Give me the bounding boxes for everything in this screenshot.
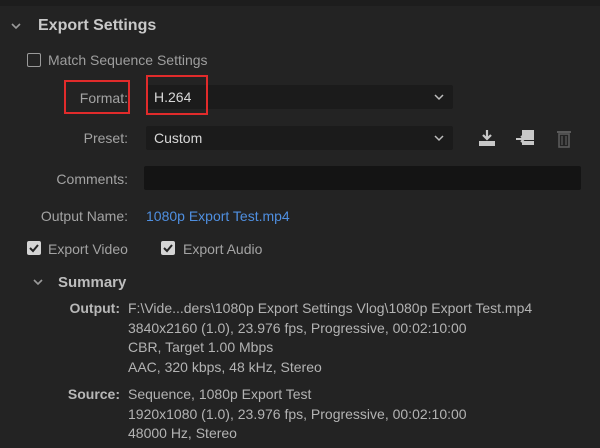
download-icon xyxy=(479,130,495,146)
summary-output-label: Output: xyxy=(69,300,120,316)
chevron-down-icon xyxy=(434,94,444,101)
comments-input[interactable] xyxy=(144,166,581,190)
panel-top-edge xyxy=(0,0,600,6)
export-settings-collapse[interactable] xyxy=(6,16,26,36)
chevron-down-icon xyxy=(11,23,21,30)
format-label: Format: xyxy=(79,90,128,106)
preset-value: Custom xyxy=(154,130,203,146)
save-preset-button[interactable] xyxy=(476,127,498,149)
summary-output-line: 3840x2160 (1.0), 23.976 fps, Progressive… xyxy=(128,319,467,336)
summary-collapse[interactable] xyxy=(28,272,48,292)
export-settings-title: Export Settings xyxy=(38,17,157,34)
summary-output-line: AAC, 320 kbps, 48 kHz, Stereo xyxy=(128,358,322,375)
summary-source-line: 48000 Hz, Stereo xyxy=(128,425,237,441)
summary-title: Summary xyxy=(58,274,127,291)
export-audio-label: Export Audio xyxy=(183,241,263,257)
delete-preset-button[interactable] xyxy=(553,127,575,149)
export-audio-checkbox[interactable] xyxy=(161,241,175,255)
summary-source-label: Source: xyxy=(67,386,120,402)
summary-output-line: CBR, Target 1.00 Mbps xyxy=(128,339,274,355)
output-name-link[interactable]: 1080p Export Test.mp4 xyxy=(146,208,290,224)
preset-label: Preset: xyxy=(83,130,128,146)
comments-label: Comments: xyxy=(56,171,128,187)
output-name-label: Output Name: xyxy=(40,208,128,224)
summary-source-line: 1920x1080 (1.0), 23.976 fps, Progressive… xyxy=(128,405,467,422)
summary-output-line: F:\Vide...ders\1080p Export Settings Vlo… xyxy=(128,300,533,316)
trash-icon xyxy=(557,131,571,148)
summary-source-line: Sequence, 1080p Export Test xyxy=(128,386,312,402)
summary-output-values: F:\Vide...ders\1080p Export Settings Vlo… xyxy=(128,299,532,377)
export-video-label: Export Video xyxy=(48,241,128,257)
import-icon xyxy=(516,130,534,145)
match-sequence-label: Match Sequence Settings xyxy=(48,52,208,68)
export-video-checkbox[interactable] xyxy=(27,241,41,255)
summary-source-values: Sequence, 1080p Export Test 1920x1080 (1… xyxy=(128,385,467,444)
format-value-highlight xyxy=(146,75,208,115)
match-sequence-checkbox[interactable] xyxy=(27,53,41,67)
import-preset-button[interactable] xyxy=(514,127,536,149)
chevron-down-icon xyxy=(434,135,444,142)
chevron-down-icon xyxy=(33,279,43,286)
preset-select[interactable]: Custom xyxy=(146,126,453,150)
